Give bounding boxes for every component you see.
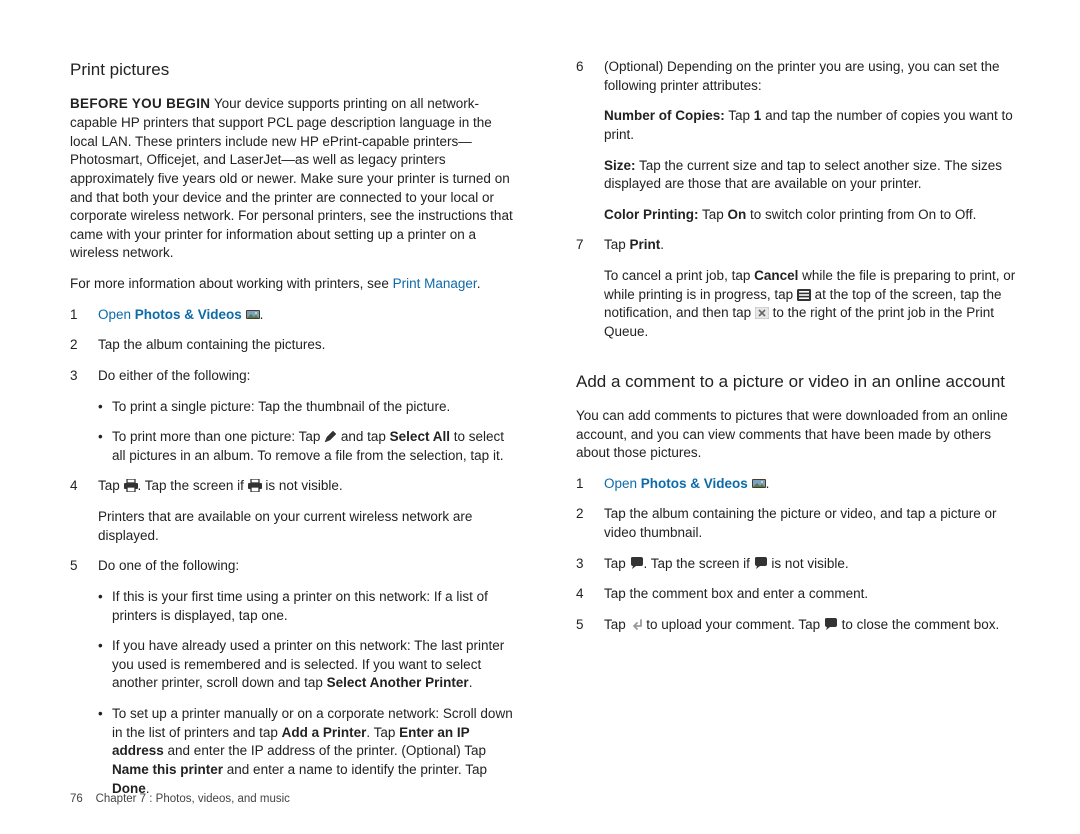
printer-icon (248, 479, 262, 492)
c-step-4: 4 Tap the comment box and enter a commen… (576, 585, 1024, 604)
menu-bars-icon (797, 289, 811, 301)
speech-bubble-icon (824, 618, 838, 631)
step-3-bullets: •To print a single picture: Tap the thum… (70, 398, 518, 466)
step-3: 3 Do either of the following: (70, 367, 518, 386)
c-step-5: 5 Tap to upload your comment. Tap to clo… (576, 616, 1024, 635)
step-6: 6 (Optional) Depending on the printer yo… (576, 58, 1024, 224)
page-footer: 76 Chapter 7 : Photos, videos, and music (70, 792, 290, 808)
before-label: BEFORE YOU BEGIN (70, 96, 210, 111)
step-2: 2 Tap the album containing the pictures. (70, 336, 518, 355)
c-step-3: 3 Tap . Tap the screen if is not visible… (576, 555, 1024, 574)
photos-videos-icon (246, 308, 260, 321)
page-number: 76 (70, 793, 83, 805)
right-column: 6 (Optional) Depending on the printer yo… (576, 58, 1024, 810)
step-4: 4 Tap . Tap the screen if is not visible… (70, 477, 518, 545)
more-info: For more information about working with … (70, 275, 518, 294)
link-open[interactable]: Open (98, 307, 131, 322)
speech-bubble-icon (754, 557, 768, 570)
step-5: 5 Do one of the following: (70, 557, 518, 576)
heading-print-pictures: Print pictures (70, 58, 518, 81)
step-7: 7 Tap Print. To cancel a print job, tap … (576, 236, 1024, 341)
left-column: Print pictures BEFORE YOU BEGIN Your dev… (70, 58, 518, 810)
close-icon (755, 307, 769, 319)
printer-icon (124, 479, 138, 492)
photos-videos-icon (752, 477, 766, 490)
c-step-1: 1 Open Photos & Videos . (576, 475, 1024, 494)
before-you-begin: BEFORE YOU BEGIN Your device supports pr… (70, 95, 518, 263)
before-text: Your device supports printing on all net… (70, 96, 513, 260)
step-5-bullets: •If this is your first time using a prin… (70, 588, 518, 798)
add-comment-intro: You can add comments to pictures that we… (576, 407, 1024, 463)
chapter-label: Chapter 7 : Photos, videos, and music (96, 793, 290, 805)
pencil-icon (324, 430, 337, 443)
page-content: Print pictures BEFORE YOU BEGIN Your dev… (0, 0, 1080, 810)
link-print-manager[interactable]: Print Manager (393, 276, 477, 291)
c-step-2: 2 Tap the album containing the picture o… (576, 505, 1024, 542)
heading-add-comment: Add a comment to a picture or video in a… (576, 370, 1024, 393)
speech-bubble-icon (630, 557, 644, 570)
step-1: 1 Open Photos & Videos . (70, 306, 518, 325)
enter-arrow-icon (630, 619, 643, 631)
